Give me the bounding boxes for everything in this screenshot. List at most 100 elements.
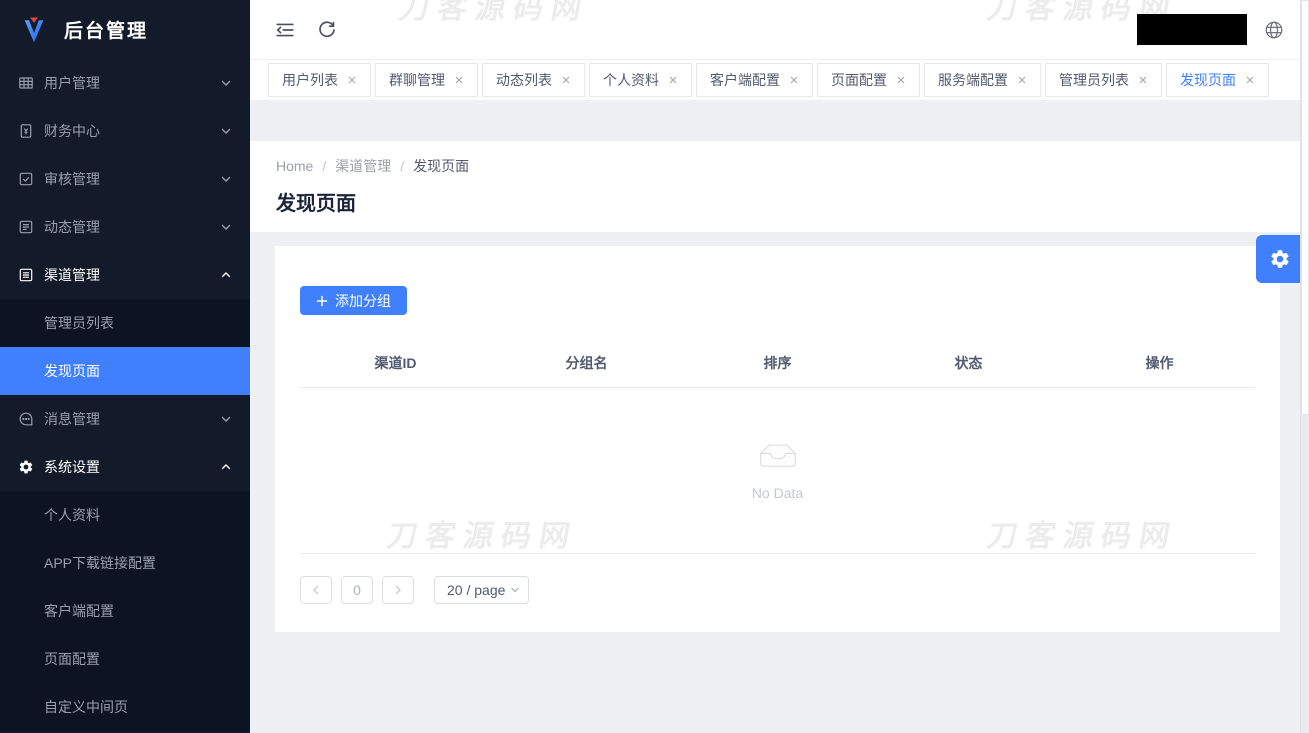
sidebar-item-user-management[interactable]: 用户管理: [0, 59, 250, 107]
close-icon[interactable]: [668, 75, 678, 85]
close-icon[interactable]: [347, 75, 357, 85]
sidebar-menu: 用户管理 财务中心 审核管理 动态: [0, 59, 250, 731]
chevron-up-icon: [220, 461, 232, 473]
gear-icon: [1269, 248, 1291, 270]
close-icon[interactable]: [1017, 75, 1027, 85]
chevron-up-icon: [220, 269, 232, 281]
breadcrumb-channel-management[interactable]: 渠道管理: [335, 156, 391, 176]
sidebar-item-message-management[interactable]: 消息管理: [0, 395, 250, 443]
close-icon[interactable]: [561, 75, 571, 85]
settings-submenu: 个人资料 APP下载链接配置 客户端配置 页面配置 自定义中间页: [0, 491, 250, 731]
tab-server-config[interactable]: 服务端配置: [924, 63, 1041, 97]
sidebar-item-label: 用户管理: [44, 73, 220, 93]
sidebar-item-label: 动态管理: [44, 217, 220, 237]
open-tabs-bar: 用户列表 群聊管理 动态列表 个人资料 客户端配置 页面配置 服务端配置 管理: [250, 60, 1309, 100]
empty-box-icon: [754, 440, 802, 472]
sidebar: 后台管理 用户管理 财务中心 审核管理: [0, 0, 250, 733]
page-size-select[interactable]: 20 / page: [434, 576, 529, 604]
sidebar-item-client-config[interactable]: 客户端配置: [0, 587, 250, 635]
tab-group-chat-management[interactable]: 群聊管理: [375, 63, 478, 97]
column-header-group-name: 分组名: [491, 353, 682, 373]
pagination: 0 20 / page: [300, 576, 1255, 604]
sidebar-item-profile[interactable]: 个人资料: [0, 491, 250, 539]
channel-submenu: 管理员列表 发现页面: [0, 299, 250, 395]
chevron-down-icon: [220, 77, 232, 89]
table-header-row: 渠道ID 分组名 排序 状态 操作: [300, 338, 1255, 388]
add-group-button-label: 添加分组: [335, 291, 391, 311]
sidebar-item-admin-list[interactable]: 管理员列表: [0, 299, 250, 347]
tab-feed-list[interactable]: 动态列表: [482, 63, 585, 97]
close-icon[interactable]: [789, 75, 799, 85]
channel-icon: [18, 267, 34, 283]
gear-icon: [18, 459, 34, 475]
scrollbar-thumb[interactable]: [1301, 0, 1309, 415]
tab-admin-list[interactable]: 管理员列表: [1045, 63, 1162, 97]
tab-discovery-page[interactable]: 发现页面: [1166, 63, 1269, 97]
sidebar-item-label: 财务中心: [44, 121, 220, 141]
sidebar-item-finance-center[interactable]: 财务中心: [0, 107, 250, 155]
tab-client-config[interactable]: 客户端配置: [696, 63, 813, 97]
breadcrumb-separator: /: [400, 158, 404, 174]
pagination-next-button[interactable]: [382, 576, 414, 604]
column-header-channel-id: 渠道ID: [300, 353, 491, 373]
sidebar-item-page-config[interactable]: 页面配置: [0, 635, 250, 683]
sidebar-item-label: 消息管理: [44, 409, 220, 429]
top-bar: [250, 0, 1309, 60]
sidebar-item-audit-management[interactable]: 审核管理: [0, 155, 250, 203]
sidebar-item-label: 渠道管理: [44, 265, 220, 285]
empty-state-text: No Data: [752, 485, 803, 501]
sidebar-item-custom-middle-page[interactable]: 自定义中间页: [0, 683, 250, 731]
breadcrumb-current: 发现页面: [413, 156, 469, 176]
close-icon[interactable]: [454, 75, 464, 85]
finance-icon: [18, 123, 34, 139]
logo-icon: [18, 14, 50, 46]
logo: 后台管理: [0, 0, 250, 59]
column-header-actions: 操作: [1064, 353, 1255, 373]
chevron-right-icon: [393, 585, 403, 595]
breadcrumb: Home / 渠道管理 / 发现页面: [276, 156, 1309, 176]
tab-user-list[interactable]: 用户列表: [268, 63, 371, 97]
content-area: Home / 渠道管理 / 发现页面 发现页面 添加分组 渠道ID 分组名 排序…: [250, 100, 1309, 733]
app-title: 后台管理: [64, 16, 148, 43]
breadcrumb-separator: /: [322, 158, 326, 174]
add-group-button[interactable]: 添加分组: [300, 286, 407, 315]
sidebar-item-system-settings[interactable]: 系统设置: [0, 443, 250, 491]
column-header-sort: 排序: [682, 353, 873, 373]
sidebar-item-app-download-link-config[interactable]: APP下载链接配置: [0, 539, 250, 587]
sidebar-item-label: 系统设置: [44, 457, 220, 477]
chevron-left-icon: [311, 585, 321, 595]
chevron-down-icon: [220, 173, 232, 185]
column-header-status: 状态: [873, 353, 1064, 373]
vertical-scrollbar: [1300, 0, 1309, 733]
close-icon[interactable]: [896, 75, 906, 85]
grid-icon: [18, 75, 34, 91]
globe-language-icon[interactable]: [1263, 19, 1285, 41]
theme-settings-button[interactable]: [1256, 235, 1304, 283]
close-icon[interactable]: [1245, 75, 1255, 85]
pagination-prev-button[interactable]: [300, 576, 332, 604]
app-root: 后台管理 用户管理 财务中心 审核管理: [0, 0, 1309, 733]
tab-page-config[interactable]: 页面配置: [817, 63, 920, 97]
close-icon[interactable]: [1138, 75, 1148, 85]
empty-state: No Data: [300, 388, 1255, 554]
chevron-down-icon: [220, 413, 232, 425]
pagination-current-page[interactable]: 0: [341, 576, 373, 604]
sidebar-item-feed-management[interactable]: 动态管理: [0, 203, 250, 251]
sidebar-item-discovery-page[interactable]: 发现页面: [0, 347, 250, 395]
chevron-down-icon: [220, 125, 232, 137]
tab-profile[interactable]: 个人资料: [589, 63, 692, 97]
breadcrumb-home[interactable]: Home: [276, 158, 313, 174]
plus-icon: [316, 295, 328, 307]
collapse-menu-icon[interactable]: [274, 19, 296, 41]
breadcrumb-band: Home / 渠道管理 / 发现页面 发现页面: [250, 141, 1309, 232]
audit-icon: [18, 171, 34, 187]
sidebar-item-channel-management[interactable]: 渠道管理: [0, 251, 250, 299]
chevron-down-icon: [510, 585, 520, 595]
main-card: 添加分组 渠道ID 分组名 排序 状态 操作 No Data: [275, 246, 1280, 632]
message-icon: [18, 411, 34, 427]
user-account-block[interactable]: [1137, 14, 1247, 45]
feed-icon: [18, 219, 34, 235]
page-title: 发现页面: [276, 187, 1309, 216]
refresh-icon[interactable]: [316, 19, 338, 41]
chevron-down-icon: [220, 221, 232, 233]
